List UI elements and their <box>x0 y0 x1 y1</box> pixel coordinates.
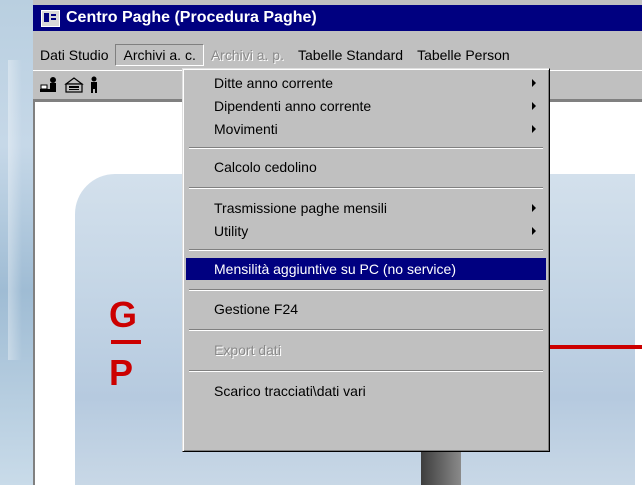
submenu-arrow-icon <box>532 102 536 110</box>
menu-item-label: Calcolo cedolino <box>214 159 317 175</box>
menu-separator <box>189 329 543 331</box>
menu-tabelle-standard[interactable]: Tabelle Standard <box>291 44 410 66</box>
menu-bar: Dati Studio Archivi a. c. Archivi a. p. … <box>33 43 642 67</box>
menu-archivi-ac[interactable]: Archivi a. c. <box>115 44 204 66</box>
app-icon[interactable] <box>41 9 60 27</box>
menu-item-label: Movimenti <box>214 121 278 137</box>
splash-logo-bar <box>111 340 141 344</box>
menu-item-label: Utility <box>214 223 249 239</box>
menu-item-trasmissione-paghe-mensili[interactable]: Trasmissione paghe mensili <box>186 197 546 219</box>
menu-item-dipendenti-anno-corrente[interactable]: Dipendenti anno corrente <box>186 95 546 117</box>
menu-item-movimenti[interactable]: Movimenti <box>186 118 546 140</box>
menu-separator <box>189 147 543 149</box>
submenu-arrow-icon <box>532 227 536 235</box>
menu-item-calcolo-cedolino[interactable]: Calcolo cedolino <box>186 156 546 178</box>
menu-separator <box>189 289 543 291</box>
menu-item-label: Ditte anno corrente <box>214 75 334 91</box>
menu-tabelle-personalizzate[interactable]: Tabelle Person <box>410 44 517 66</box>
cashier-icon[interactable] <box>63 76 85 94</box>
menu-separator <box>189 370 543 372</box>
menu-item-label: Scarico tracciati\dati vari <box>214 383 366 399</box>
menu-archivi-ap: Archivi a. p. <box>210 47 284 63</box>
splash-shadow <box>421 447 461 485</box>
menu-item-label: Export dati <box>214 342 281 358</box>
menu-separator <box>189 187 543 189</box>
menu-dati-studio[interactable]: Dati Studio <box>33 44 115 66</box>
person-icon[interactable] <box>89 76 99 94</box>
title-bar[interactable]: Centro Paghe (Procedura Paghe) <box>33 5 642 31</box>
menu-item-export-dati: Export dati <box>186 339 546 361</box>
menu-item-scarico-tracciati[interactable]: Scarico tracciati\dati vari <box>186 380 546 402</box>
menu-item-label: Dipendenti anno corrente <box>214 98 372 114</box>
user-desk-icon[interactable] <box>39 76 61 94</box>
submenu-arrow-icon <box>532 79 536 87</box>
app-window: Centro Paghe (Procedura Paghe) Dati Stud… <box>33 0 642 485</box>
submenu-arrow-icon <box>532 204 536 212</box>
desktop-wallpaper-strip <box>0 0 33 485</box>
menu-item-label: Trasmissione paghe mensili <box>214 200 387 216</box>
submenu-arrow-icon <box>532 125 536 133</box>
archivi-ac-dropdown-menu: Ditte anno corrente Dipendenti anno corr… <box>182 68 550 452</box>
menu-item-mensilita-aggiuntive[interactable]: Mensilità aggiuntive su PC (no service) <box>186 258 546 280</box>
menu-separator <box>189 249 543 251</box>
menu-item-utility[interactable]: Utility <box>186 220 546 242</box>
window-title: Centro Paghe (Procedura Paghe) <box>66 9 317 26</box>
menu-item-label: Mensilità aggiuntive su PC (no service) <box>214 261 456 277</box>
menu-item-label: Gestione F24 <box>214 301 299 317</box>
splash-logo-letter-g: G <box>109 294 138 335</box>
splash-logo-letter-p: P <box>109 352 134 393</box>
menu-item-gestione-f24[interactable]: Gestione F24 <box>186 298 546 320</box>
menu-item-ditte-anno-corrente[interactable]: Ditte anno corrente <box>186 72 546 94</box>
